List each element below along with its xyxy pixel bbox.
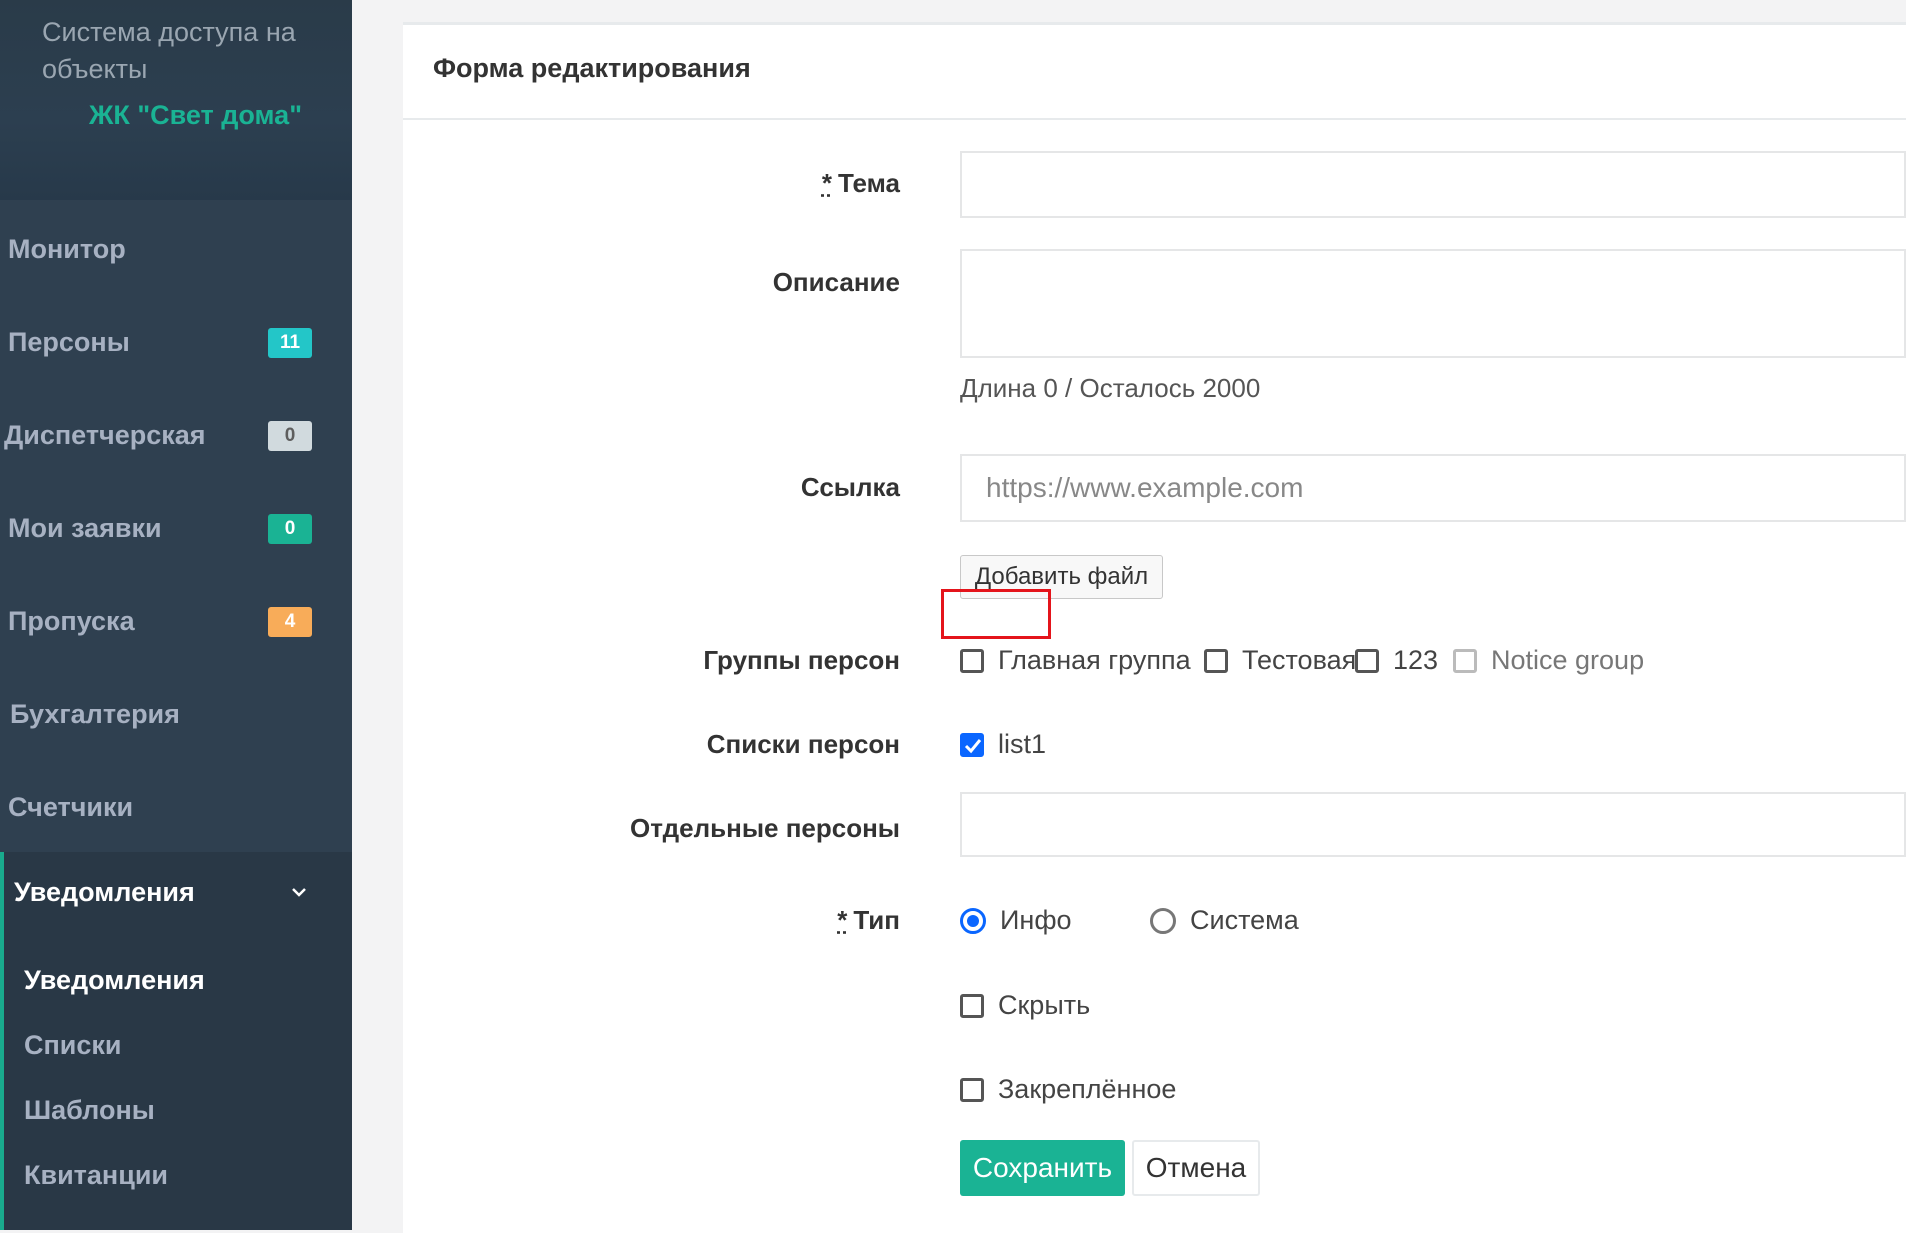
groups-label: Группы персон [703, 645, 900, 675]
sidebar-item-dispatch[interactable]: Диспетчерская 0 [0, 389, 352, 482]
checkbox[interactable] [960, 1077, 984, 1102]
hide-checkbox[interactable]: Скрыть [960, 990, 1090, 1021]
link-input[interactable]: https://www.example.com [960, 454, 1906, 522]
individuals-input[interactable] [960, 792, 1906, 857]
sidebar-header: Система доступа на объекты ЖК "Свет дома… [0, 0, 352, 200]
topic-label: * Тема [821, 168, 900, 198]
individuals-label: Отдельные персоны [630, 813, 900, 843]
highlight-frame [941, 589, 1051, 639]
edit-form-panel: Форма редактирования * Тема Описание Ссыл… [403, 22, 1906, 1233]
sidebar-item-accounting[interactable]: Бухгалтерия [0, 668, 352, 761]
pinned-checkbox[interactable]: Закреплённое [960, 1074, 1176, 1105]
sidebar-item-persons[interactable]: Персоны 11 [0, 296, 352, 389]
radio[interactable] [1150, 907, 1176, 934]
count-badge: 11 [268, 327, 312, 358]
sidebar-item-label: Диспетчерская [4, 420, 206, 450]
system-title: Система доступа на объекты [42, 17, 296, 84]
group-checkbox-test[interactable]: Тестовая [1204, 645, 1356, 676]
link-label: Ссылка [800, 472, 900, 502]
type-radio-system[interactable]: Система [1150, 905, 1299, 936]
count-badge: 0 [268, 420, 312, 451]
checkbox-checked[interactable] [960, 732, 984, 757]
type-label: * Тип [837, 905, 900, 935]
required-mark: * [837, 905, 848, 935]
topic-input[interactable] [960, 151, 1906, 218]
count-badge: 0 [268, 513, 312, 544]
submenu-item-templates[interactable]: Шаблоны [24, 1080, 155, 1140]
complex-name: ЖК "Свет дома" [88, 100, 302, 130]
sidebar-item-label: Мои заявки [8, 513, 162, 543]
sidebar-item-meters[interactable]: Счетчики [0, 761, 352, 854]
count-badge: 4 [268, 606, 312, 637]
checkmark-icon [964, 738, 982, 753]
save-button[interactable]: Сохранить [960, 1140, 1125, 1196]
lists-label: Списки персон [706, 729, 900, 759]
chevron-down-icon [292, 888, 306, 897]
sidebar-item-label: Бухгалтерия [10, 699, 180, 729]
submenu-item-receipts[interactable]: Квитанции [24, 1145, 168, 1205]
list-checkbox-list1[interactable]: list1 [960, 729, 1046, 760]
description-length-hint: Длина 0 / Осталось 2000 [960, 373, 1261, 403]
submenu-item-lists[interactable]: Списки [24, 1015, 122, 1075]
group-checkbox-main[interactable]: Главная группа [960, 645, 1191, 676]
notifications-submenu: Уведомления Списки Шаблоны Квитанции [0, 930, 352, 1230]
checkbox[interactable] [1204, 648, 1228, 673]
description-textarea[interactable] [960, 249, 1906, 358]
link-placeholder: https://www.example.com [986, 472, 1304, 503]
checkbox[interactable] [960, 993, 984, 1018]
sidebar-item-monitor[interactable]: Монитор [0, 203, 352, 296]
sidebar-item-label: Уведомления [14, 876, 195, 907]
label-column: * Тема Описание Ссылка Группы персон Спис… [403, 25, 900, 1233]
group-checkbox-123[interactable]: 123 [1355, 645, 1438, 676]
checkbox[interactable] [1453, 648, 1477, 673]
description-label: Описание [772, 267, 900, 297]
group-checkbox-notice[interactable]: Notice group [1453, 645, 1644, 676]
sidebar-item-label: Персоны [8, 327, 130, 357]
radio-selected[interactable] [960, 907, 986, 934]
sidebar-item-label: Монитор [8, 234, 126, 264]
type-radio-info[interactable]: Инфо [960, 905, 1072, 936]
sidebar: Система доступа на объекты ЖК "Свет дома… [0, 0, 352, 1230]
sidebar-item-label: Счетчики [8, 792, 134, 822]
checkbox[interactable] [960, 648, 984, 673]
cancel-button[interactable]: Отмена [1132, 1140, 1260, 1196]
checkbox[interactable] [1355, 648, 1379, 673]
sidebar-item-notifications[interactable]: Уведомления [0, 852, 352, 932]
submenu-item-notifications[interactable]: Уведомления [24, 950, 205, 1010]
sidebar-item-label: Пропуска [8, 606, 135, 636]
sidebar-item-my-requests[interactable]: Мои заявки 0 [0, 482, 352, 575]
sidebar-item-passes[interactable]: Пропуска 4 [0, 575, 352, 668]
required-mark: * [821, 168, 832, 198]
